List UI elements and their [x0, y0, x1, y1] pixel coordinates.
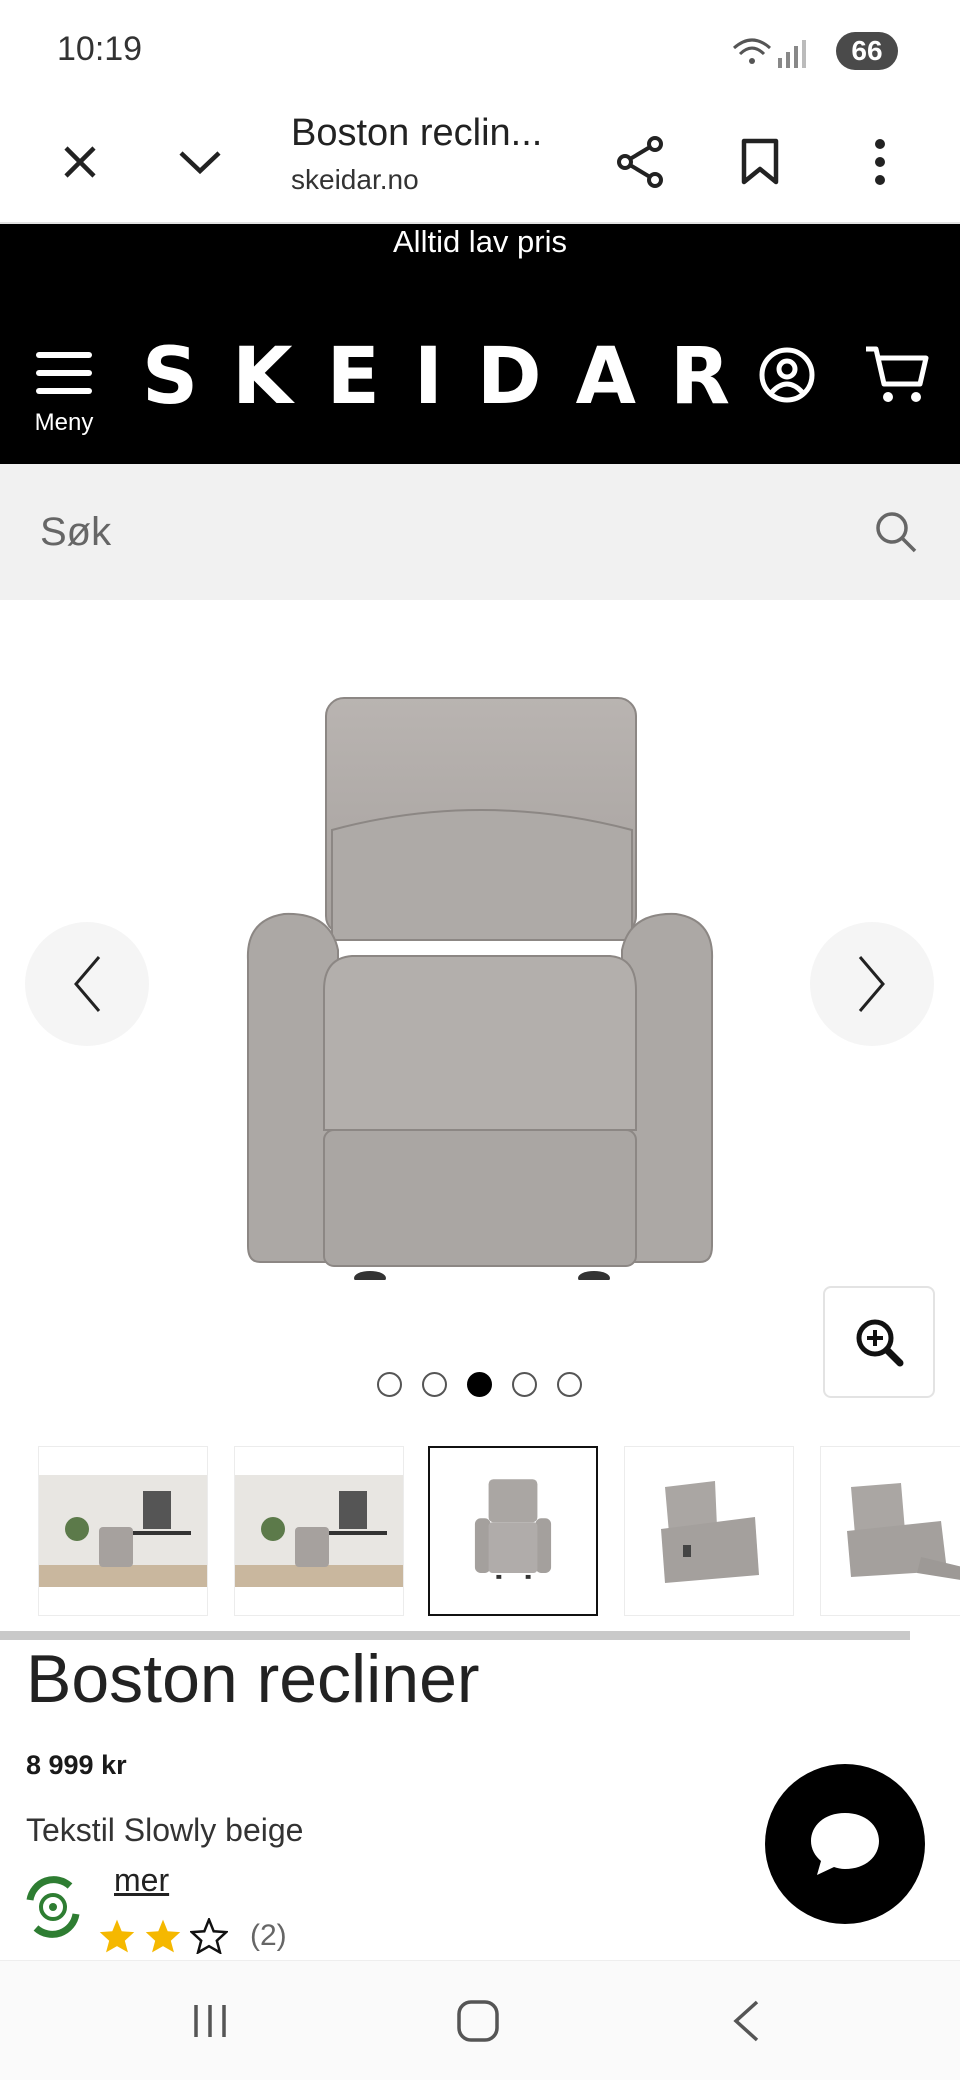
system-nav-bar [0, 1960, 960, 2080]
menu-button[interactable]: Meny [28, 350, 100, 437]
cart-button[interactable] [864, 344, 930, 411]
chevron-down-icon [179, 151, 221, 175]
recent-apps-icon [194, 2005, 226, 2037]
thumbnail-scrollbar[interactable] [0, 1631, 910, 1640]
page-url[interactable]: skeidar.no [291, 164, 419, 196]
star-empty-icon [190, 1918, 228, 1954]
chat-bubble-icon [811, 1813, 879, 1875]
search-button[interactable] [862, 498, 930, 566]
star-filled-icon [99, 1919, 135, 1953]
cart-icon [866, 346, 929, 402]
chat-button[interactable] [765, 1764, 925, 1924]
search-input[interactable] [40, 500, 820, 564]
pagination-dot[interactable] [557, 1372, 582, 1397]
home-icon [457, 2000, 499, 2042]
thumbnail-room-scene[interactable] [234, 1446, 404, 1616]
recliner-image[interactable] [240, 690, 720, 1280]
skeidar-logo[interactable]: SKEIDAR [142, 332, 764, 422]
pagination-dot[interactable] [422, 1372, 447, 1397]
promo-banner[interactable]: Alltid lav pris [0, 224, 960, 260]
account-icon [759, 347, 815, 403]
bookmark-icon [741, 138, 779, 185]
thumbnail-reclined-view[interactable] [820, 1446, 960, 1616]
eco-badge[interactable] [18, 1872, 88, 1942]
zoom-button[interactable] [823, 1286, 935, 1398]
collapse-button[interactable] [160, 122, 240, 202]
pagination-dot[interactable] [377, 1372, 402, 1397]
recycle-icon [22, 1876, 84, 1938]
back-icon [733, 2000, 759, 2042]
zoom-in-icon [856, 1319, 904, 1367]
menu-label: Meny [34, 409, 94, 436]
search-icon [876, 512, 917, 553]
close-tab-button[interactable] [40, 122, 120, 202]
close-icon [64, 146, 96, 178]
chevron-right-icon [858, 956, 885, 1012]
next-image-button[interactable] [810, 922, 934, 1046]
thumbnail-strip [0, 1446, 960, 1618]
status-bar: 10:19 66 [0, 0, 960, 100]
read-more-link[interactable]: mer [114, 1862, 169, 1899]
wifi-signal-icon [733, 38, 806, 68]
hamburger-icon [36, 352, 92, 394]
site-header: Alltid lav pris Meny SKEIDAR [0, 224, 960, 464]
home-button[interactable] [438, 1991, 518, 2051]
more-vert-icon [875, 139, 885, 185]
pagination-dot-active[interactable] [467, 1372, 492, 1397]
thumbnail-side-view[interactable] [624, 1446, 794, 1616]
star-filled-icon [145, 1919, 181, 1953]
product-price: 8 999 kr [26, 1750, 127, 1780]
share-icon [617, 136, 663, 188]
page-title[interactable]: Boston reclin... [291, 112, 542, 155]
battery-badge: 66 [836, 32, 898, 70]
share-button[interactable] [600, 122, 680, 202]
browser-toolbar: Boston reclin... skeidar.no [0, 100, 960, 224]
bookmark-button[interactable] [720, 122, 800, 202]
rating-stars[interactable]: (2) [98, 1918, 287, 1954]
search-bar [0, 464, 960, 600]
more-options-button[interactable] [840, 122, 920, 202]
prev-image-button[interactable] [25, 922, 149, 1046]
thumbnail-front-view[interactable] [428, 1446, 598, 1616]
pagination-dot[interactable] [512, 1372, 537, 1397]
thumbnail-room-scene[interactable] [38, 1446, 208, 1616]
status-time: 10:19 [57, 30, 143, 68]
chevron-left-icon [74, 956, 101, 1012]
account-button[interactable] [758, 346, 816, 409]
product-name: Boston recliner [26, 1641, 480, 1717]
review-count[interactable]: (2) [250, 1919, 287, 1953]
recent-apps-button[interactable] [170, 1991, 250, 2051]
product-gallery [0, 600, 960, 1420]
gallery-pagination [377, 1372, 582, 1397]
product-variant: Tekstil Slowly beige [26, 1812, 304, 1848]
back-button[interactable] [706, 1991, 786, 2051]
